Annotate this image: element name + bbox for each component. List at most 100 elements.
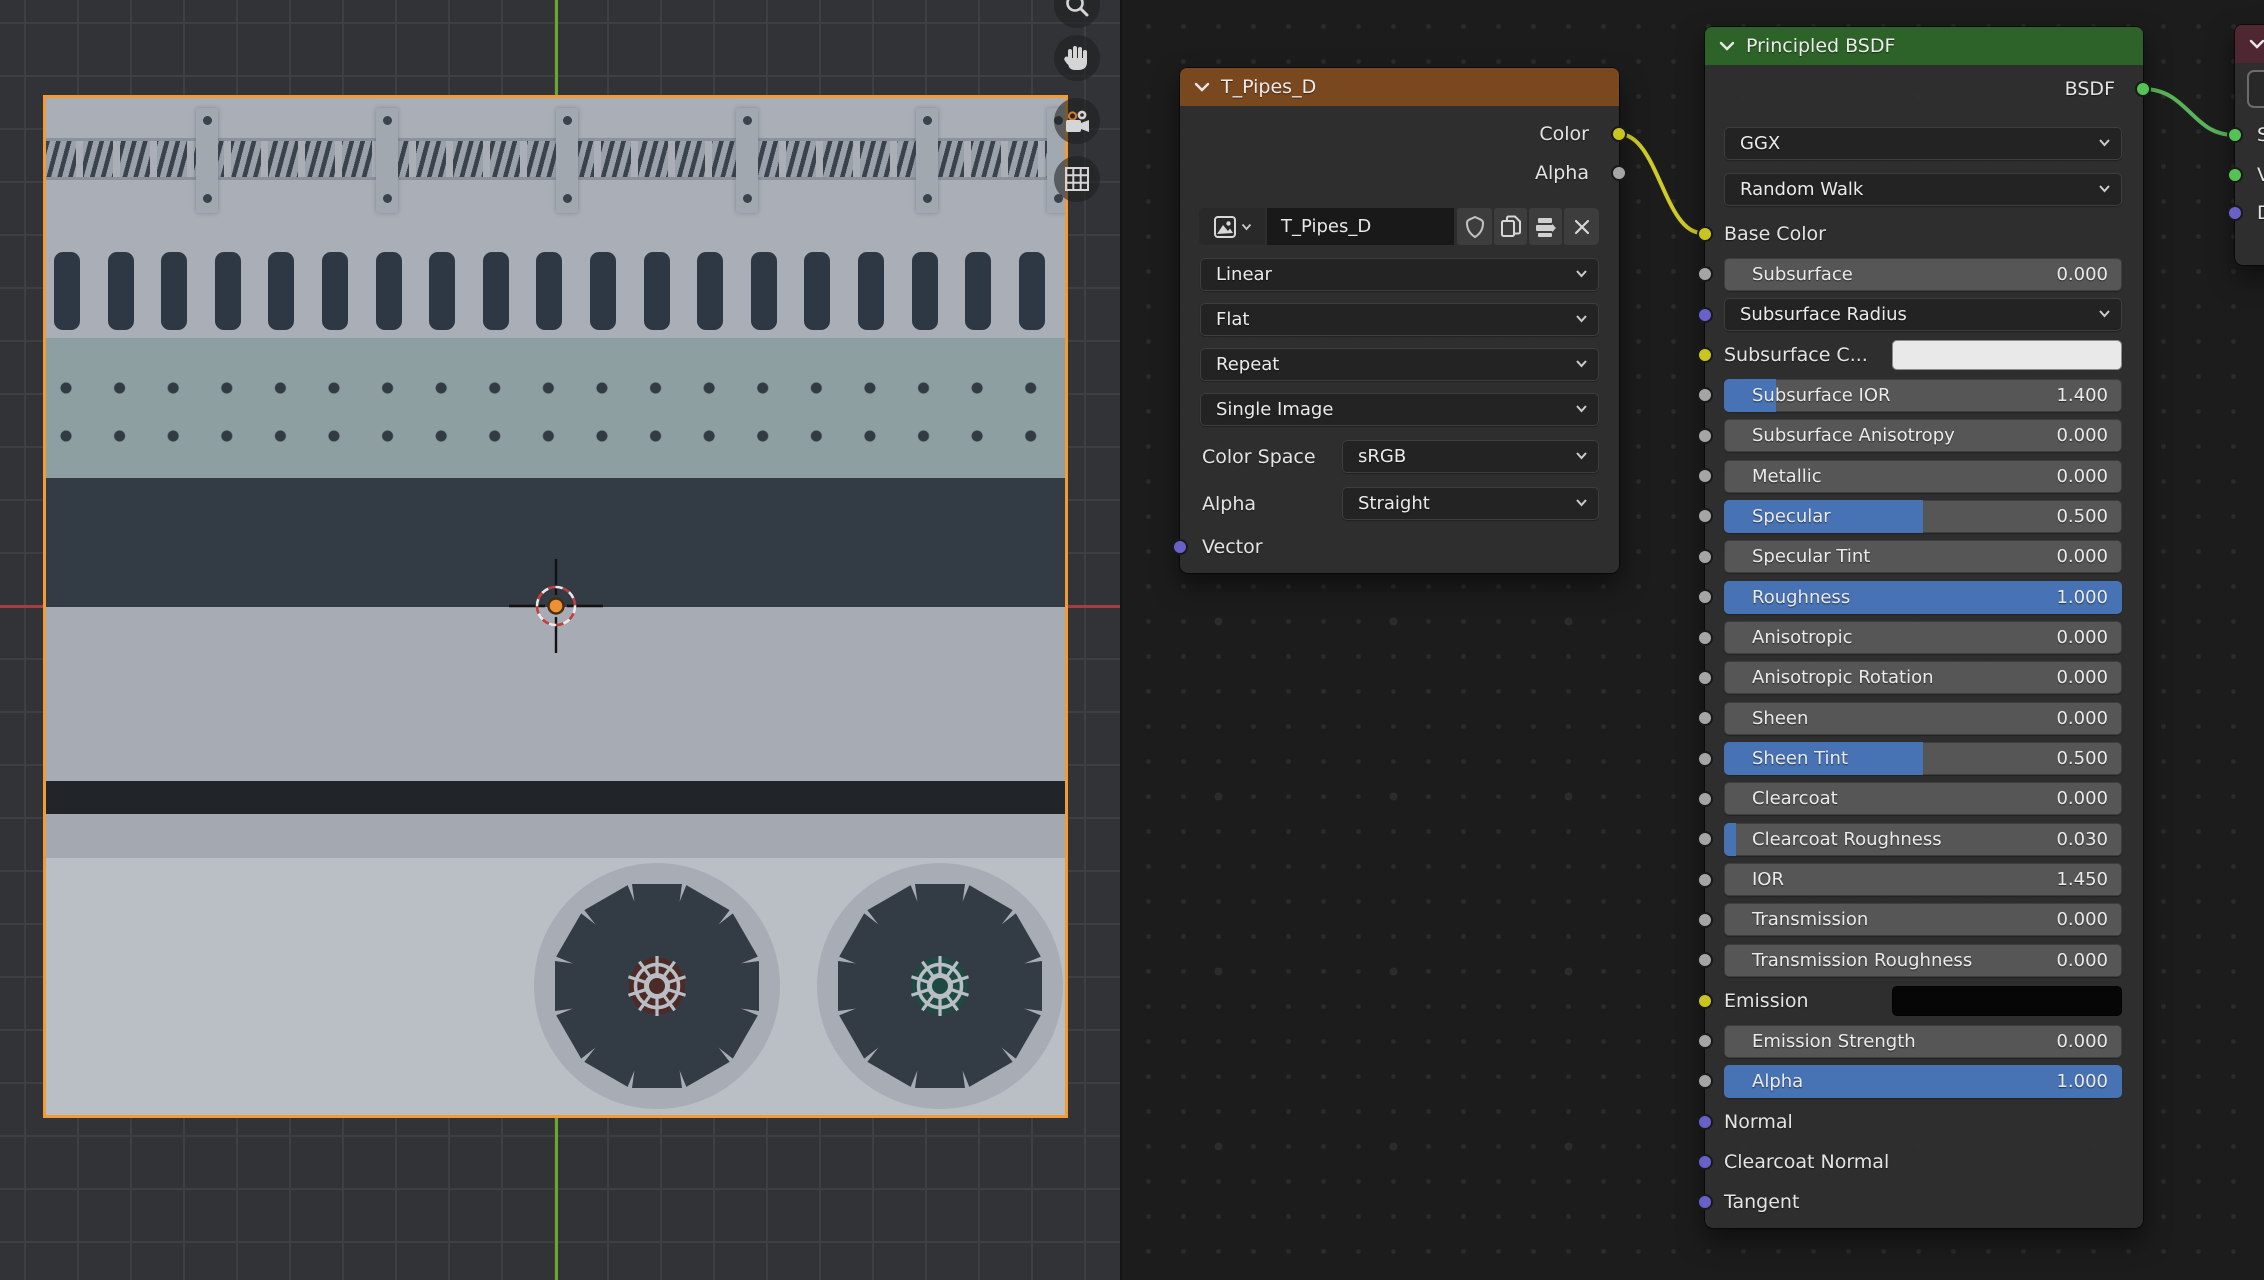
subsurface-anisotropy-slider[interactable]: Subsurface Anisotropy0.000	[1724, 419, 2122, 452]
socket-surface-input[interactable]	[2227, 127, 2243, 143]
texture-gray-band	[46, 814, 1065, 858]
texture-slat	[376, 252, 402, 330]
principled-bsdf-node[interactable]: Principled BSDF BSDF GGX Random Walk Bas…	[1705, 27, 2143, 1228]
image-name-field[interactable]: T_Pipes_D	[1267, 208, 1454, 245]
socket-metallic-input[interactable]	[1697, 468, 1713, 484]
slider-value: 0.000	[2056, 661, 2108, 694]
material-output-node[interactable]: SurfaceVolumeDisplacement	[2235, 25, 2264, 265]
texture-slat	[429, 252, 455, 330]
subsurface-slider[interactable]: Subsurface0.000	[1724, 258, 2122, 291]
socket-transmission-roughness-input[interactable]	[1697, 952, 1713, 968]
shader-editor[interactable]: T_Pipes_D Color Alpha T_Pipes_D	[1120, 0, 2264, 1280]
socket-emission-strength-input[interactable]	[1697, 1033, 1713, 1049]
alpha-mode-dropdown[interactable]: Straight	[1342, 487, 1599, 520]
image-node-header[interactable]: T_Pipes_D	[1180, 68, 1619, 106]
socket-tangent-input[interactable]	[1697, 1194, 1713, 1210]
specular-slider[interactable]: Specular0.500	[1724, 500, 2122, 533]
interpolation-dropdown[interactable]: Linear	[1200, 258, 1599, 291]
socket-alpha-input[interactable]	[1697, 1073, 1713, 1089]
fake-user-button[interactable]	[1457, 208, 1492, 245]
socket-displacement-input[interactable]	[2227, 205, 2243, 221]
socket-subsurface-c-input[interactable]	[1697, 347, 1713, 363]
socket-subsurface-ior-input[interactable]	[1697, 387, 1713, 403]
texture-slat	[268, 252, 294, 330]
texture-slat	[54, 252, 80, 330]
socket-subsurface-input[interactable]	[1697, 266, 1713, 282]
socket-specular-tint-input[interactable]	[1697, 549, 1713, 565]
socket-color-output[interactable]	[1611, 126, 1627, 142]
output-node-header[interactable]	[2235, 25, 2264, 63]
sheen-slider[interactable]: Sheen0.000	[1724, 702, 2122, 735]
slider-label: IOR	[1752, 863, 1784, 896]
gizmo-zoom-button[interactable]	[1054, 0, 1100, 28]
emission-color-swatch[interactable]	[1892, 986, 2122, 1016]
texture-slat	[215, 252, 241, 330]
pack-image-button[interactable]	[1529, 208, 1562, 245]
output-target-dropdown[interactable]	[2247, 70, 2264, 108]
socket-transmission-input[interactable]	[1697, 912, 1713, 928]
emission-strength-slider[interactable]: Emission Strength0.000	[1724, 1025, 2122, 1058]
viewport-3d[interactable]	[0, 0, 1120, 1280]
image-browse-button[interactable]	[1199, 208, 1265, 245]
socket-ior-input[interactable]	[1697, 872, 1713, 888]
socket-subsurface-radius-input[interactable]	[1697, 307, 1713, 323]
interpolation-value: Linear	[1216, 258, 1272, 291]
socket-subsurface-anisotropy-input[interactable]	[1697, 428, 1713, 444]
socket-anisotropic-rotation-input[interactable]	[1697, 670, 1713, 686]
duplicate-image-button[interactable]	[1494, 208, 1527, 245]
socket-emission-input[interactable]	[1697, 993, 1713, 1009]
socket-volume-input[interactable]	[2227, 167, 2243, 183]
socket-clearcoat-input[interactable]	[1697, 791, 1713, 807]
source-dropdown[interactable]: Single Image	[1200, 393, 1599, 426]
close-icon	[1573, 218, 1591, 236]
distribution-dropdown[interactable]: GGX	[1724, 127, 2122, 160]
socket-specular-input[interactable]	[1697, 508, 1713, 524]
image-id-row: T_Pipes_D	[1180, 208, 1619, 245]
metallic-slider[interactable]: Metallic0.000	[1724, 460, 2122, 493]
subsurface-method-dropdown[interactable]: Random Walk	[1724, 173, 2122, 206]
subsurface-radius-dropdown[interactable]: Subsurface Radius	[1724, 298, 2122, 331]
chevron-down-icon[interactable]	[2249, 39, 2264, 49]
socket-clearcoat-roughness-input[interactable]	[1697, 831, 1713, 847]
texture-slat	[965, 252, 991, 330]
roughness-slider[interactable]: Roughness1.000	[1724, 581, 2122, 614]
slider-value: 0.000	[2056, 258, 2108, 291]
gizmo-grid-button[interactable]	[1054, 156, 1100, 202]
socket-vector-input[interactable]	[1172, 539, 1188, 555]
gizmo-camera-button[interactable]	[1054, 98, 1100, 144]
unlink-image-button[interactable]	[1564, 208, 1599, 245]
socket-roughness-input[interactable]	[1697, 589, 1713, 605]
slider-value: 0.000	[2056, 702, 2108, 735]
socket-alpha-output[interactable]	[1611, 165, 1627, 181]
clearcoat-roughness-slider[interactable]: Clearcoat Roughness0.030	[1724, 823, 2122, 856]
chevron-down-icon[interactable]	[1194, 82, 1210, 92]
image-texture-node[interactable]: T_Pipes_D Color Alpha T_Pipes_D	[1180, 68, 1619, 573]
sheen-tint-slider[interactable]: Sheen Tint0.500	[1724, 742, 2122, 775]
socket-sheen-input[interactable]	[1697, 710, 1713, 726]
socket-bsdf-output[interactable]	[2135, 81, 2151, 97]
bsdf-output-label: BSDF	[2065, 76, 2115, 102]
socket-clearcoat-normal-input[interactable]	[1697, 1154, 1713, 1170]
transmission-roughness-slider[interactable]: Transmission Roughness0.000	[1724, 944, 2122, 977]
anisotropic-slider[interactable]: Anisotropic0.000	[1724, 621, 2122, 654]
bsdf-node-header[interactable]: Principled BSDF	[1705, 27, 2143, 65]
chevron-down-icon[interactable]	[1719, 41, 1735, 51]
socket-base-color-input[interactable]	[1697, 226, 1713, 242]
extension-dropdown[interactable]: Repeat	[1200, 348, 1599, 381]
specular-tint-slider[interactable]: Specular Tint0.000	[1724, 540, 2122, 573]
color-space-dropdown[interactable]: sRGB	[1342, 440, 1599, 473]
alpha-slider[interactable]: Alpha1.000	[1724, 1065, 2122, 1098]
socket-sheen-tint-input[interactable]	[1697, 751, 1713, 767]
socket-normal-input[interactable]	[1697, 1114, 1713, 1130]
slider-label: Roughness	[1752, 581, 1850, 614]
slider-label: Metallic	[1752, 460, 1822, 493]
socket-anisotropic-input[interactable]	[1697, 630, 1713, 646]
subsurface-ior-slider[interactable]: Subsurface IOR1.400	[1724, 379, 2122, 412]
anisotropic-rotation-slider[interactable]: Anisotropic Rotation0.000	[1724, 661, 2122, 694]
subsurface-c-color-swatch[interactable]	[1892, 340, 2122, 370]
projection-dropdown[interactable]: Flat	[1200, 303, 1599, 336]
transmission-slider[interactable]: Transmission0.000	[1724, 903, 2122, 936]
gizmo-pan-button[interactable]	[1054, 35, 1100, 81]
ior-slider[interactable]: IOR1.450	[1724, 863, 2122, 896]
clearcoat-slider[interactable]: Clearcoat0.000	[1724, 782, 2122, 815]
